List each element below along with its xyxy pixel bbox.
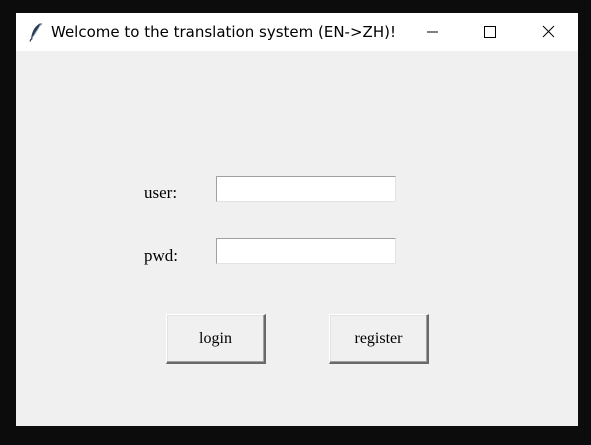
user-label: user: [144,183,178,202]
login-button[interactable]: login [166,314,266,364]
pwd-input[interactable] [216,238,396,264]
maximize-button[interactable] [462,13,518,51]
feather-icon [28,22,44,42]
window-title: Welcome to the translation system (EN->Z… [51,23,396,41]
close-button[interactable] [520,13,576,51]
minimize-button[interactable] [404,13,460,51]
pwd-label: pwd: [144,246,178,265]
app-window: Welcome to the translation system (EN->Z… [16,13,578,426]
register-button[interactable]: register [329,314,429,364]
title-bar[interactable]: Welcome to the translation system (EN->Z… [16,13,578,51]
user-input[interactable] [216,176,396,202]
